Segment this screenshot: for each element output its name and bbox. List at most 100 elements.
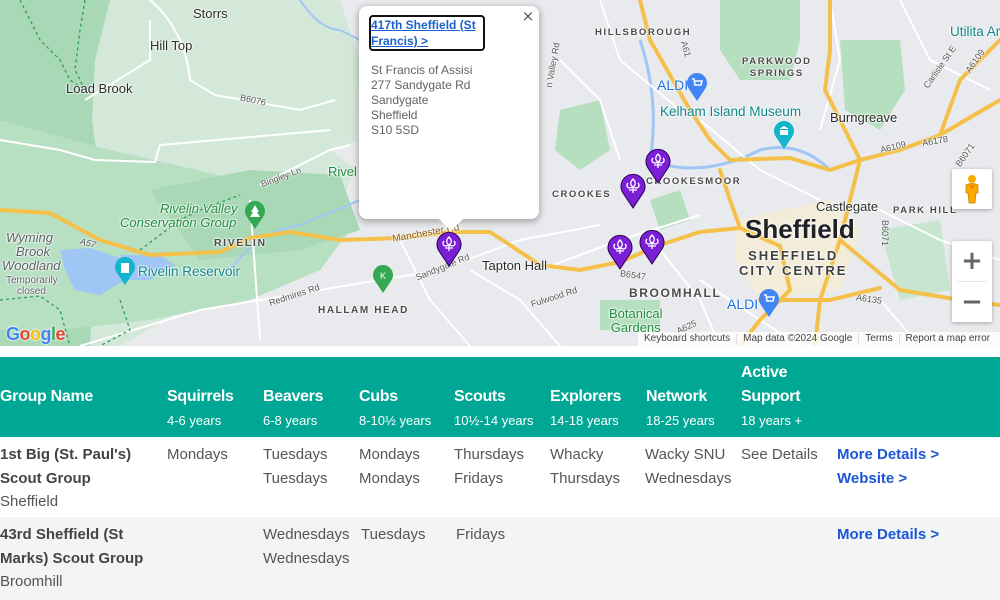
castle-poi-icon[interactable] — [114, 256, 136, 286]
tree-poi-icon[interactable] — [244, 200, 266, 230]
zoom-control: + − — [952, 241, 992, 322]
column-title: Group Name — [0, 388, 94, 405]
more-details-link[interactable]: More Details > — [837, 523, 939, 547]
museum-icon[interactable] — [773, 120, 795, 150]
info-window-group-link[interactable]: 417th Sheffield (St Francis) > — [369, 15, 485, 51]
column-title: Support — [741, 388, 801, 405]
svg-text:K: K — [380, 271, 386, 281]
network-cell: Wacky SNU Wednesdays — [645, 443, 731, 490]
column-title: Beavers — [263, 388, 324, 405]
meeting-day: Wednesdays — [263, 526, 350, 543]
column-header-cubs: Cubs 8-10½ years — [359, 385, 431, 430]
scouts-cell: Thursdays Fridays — [454, 443, 524, 490]
pegman-icon — [965, 175, 979, 204]
shopping-cart-icon[interactable] — [758, 288, 780, 318]
address-line: S10 5SD — [371, 123, 420, 137]
google-logo-letter: o — [30, 324, 41, 344]
column-age: 14-18 years — [550, 413, 619, 428]
column-age: 6-8 years — [263, 413, 318, 428]
column-header-group-name: Group Name — [0, 385, 93, 430]
google-logo-letter: e — [55, 324, 66, 344]
column-title: Cubs — [359, 388, 398, 405]
meeting-day: Wacky SNU — [645, 446, 726, 463]
active-support-cell: See Details — [741, 443, 818, 467]
cubs-cell: Tuesdays — [361, 523, 425, 547]
map-attribution: Keyboard shortcuts Map data ©2024 Google… — [637, 332, 1000, 346]
golf-poi-icon[interactable]: K — [372, 264, 394, 294]
column-title: Network — [646, 388, 708, 405]
column-age: 18 years + — [741, 413, 803, 428]
scout-marker[interactable] — [639, 229, 665, 265]
links-cell: More Details > — [837, 523, 939, 547]
meeting-day: Fridays — [456, 526, 506, 543]
map-info-window: 417th Sheffield (St Francis) > × St Fran… — [359, 6, 539, 231]
address-line: 277 Sandygate Rd — [371, 78, 471, 92]
shopping-cart-icon[interactable] — [686, 72, 708, 102]
more-details-link[interactable]: More Details > — [837, 443, 939, 467]
scout-marker[interactable] — [436, 231, 462, 267]
squirrels-cell: Mondays — [167, 443, 228, 467]
beavers-cell: Wednesdays Wednesdays — [263, 523, 349, 570]
column-header-beavers: Beavers 6-8 years — [263, 385, 323, 430]
column-title: Explorers — [550, 388, 622, 405]
google-logo: Google — [6, 324, 66, 345]
groups-table: Group Name Squirrels 4-6 years Beavers 6… — [0, 357, 1000, 600]
column-age: 10½-14 years — [454, 413, 534, 428]
meeting-day: Tuesdays — [263, 446, 328, 463]
group-name-cell: 43rd Sheffield (St Marks) Scout Group Br… — [0, 523, 160, 594]
group-name-cell: 1st Big (St. Paul's) Scout Group Sheffie… — [0, 443, 160, 514]
google-logo-letter: g — [40, 324, 52, 344]
street-view-pegman-button[interactable] — [952, 169, 992, 209]
meeting-day: Wednesdays — [263, 549, 350, 567]
keyboard-shortcuts-link[interactable]: Keyboard shortcuts — [638, 332, 736, 346]
table-row: 43rd Sheffield (St Marks) Scout Group Br… — [0, 517, 1000, 600]
table-row: 1st Big (St. Paul's) Scout Group Sheffie… — [0, 437, 1000, 517]
meeting-day: Tuesdays — [263, 469, 328, 487]
column-title: Scouts — [454, 388, 506, 405]
links-cell: More Details > Website > — [837, 443, 939, 490]
column-age: 4-6 years — [167, 413, 222, 428]
column-header-network: Network 18-25 years — [646, 385, 715, 430]
meeting-day: Wednesdays — [645, 469, 732, 487]
scout-marker[interactable] — [607, 234, 633, 270]
google-logo-letter: G — [6, 324, 20, 344]
terms-link[interactable]: Terms — [859, 332, 898, 346]
zoom-in-button[interactable]: + — [952, 241, 992, 281]
meeting-day: Tuesdays — [361, 526, 426, 543]
beavers-cell: Tuesdays Tuesdays — [263, 443, 327, 490]
column-header-squirrels: Squirrels 4-6 years — [167, 385, 234, 430]
report-map-error-link[interactable]: Report a map error — [900, 332, 996, 346]
meeting-day: Thursdays — [454, 446, 525, 463]
explorers-cell: Whacky Thursdays — [550, 443, 620, 490]
column-title: Squirrels — [167, 388, 234, 405]
address-line: Sandygate — [371, 93, 429, 107]
scout-marker[interactable] — [645, 148, 671, 184]
address-line: Sheffield — [371, 108, 418, 122]
scout-marker[interactable] — [620, 173, 646, 209]
zoom-out-button[interactable]: − — [952, 282, 992, 322]
column-age: 8-10½ years — [359, 413, 432, 428]
meeting-day: Mondays — [359, 469, 420, 487]
column-header-explorers: Explorers 14-18 years — [550, 385, 621, 430]
close-icon[interactable]: × — [521, 8, 535, 24]
address-line: St Francis of Assisi — [371, 63, 473, 77]
google-logo-letter: o — [19, 324, 31, 344]
map-data-text: Map data ©2024 Google — [743, 333, 853, 344]
meeting-day: Mondays — [359, 446, 420, 463]
cubs-cell: Mondays Mondays — [359, 443, 420, 490]
scouts-cell: Fridays — [456, 523, 505, 547]
info-window-address: St Francis of Assisi 277 Sandygate Rd Sa… — [371, 63, 472, 138]
meeting-day: Mondays — [167, 446, 228, 463]
map[interactable]: Storrs Hill Top Load Brook B6076 Bingley… — [0, 0, 1000, 346]
meeting-day: Fridays — [454, 469, 504, 487]
meeting-day: See Details — [741, 446, 818, 463]
website-link[interactable]: Website > — [837, 467, 939, 491]
table-header: Group Name Squirrels 4-6 years Beavers 6… — [0, 357, 1000, 437]
meeting-day: Whacky — [550, 446, 604, 463]
column-age: 18-25 years — [646, 413, 715, 428]
meeting-day: Thursdays — [550, 469, 621, 487]
group-name: 1st Big (St. Paul's) Scout Group — [0, 446, 132, 487]
group-name: 43rd Sheffield (St Marks) Scout Group — [0, 526, 144, 567]
group-area: Broomhill — [0, 573, 63, 590]
column-age — [0, 411, 93, 430]
